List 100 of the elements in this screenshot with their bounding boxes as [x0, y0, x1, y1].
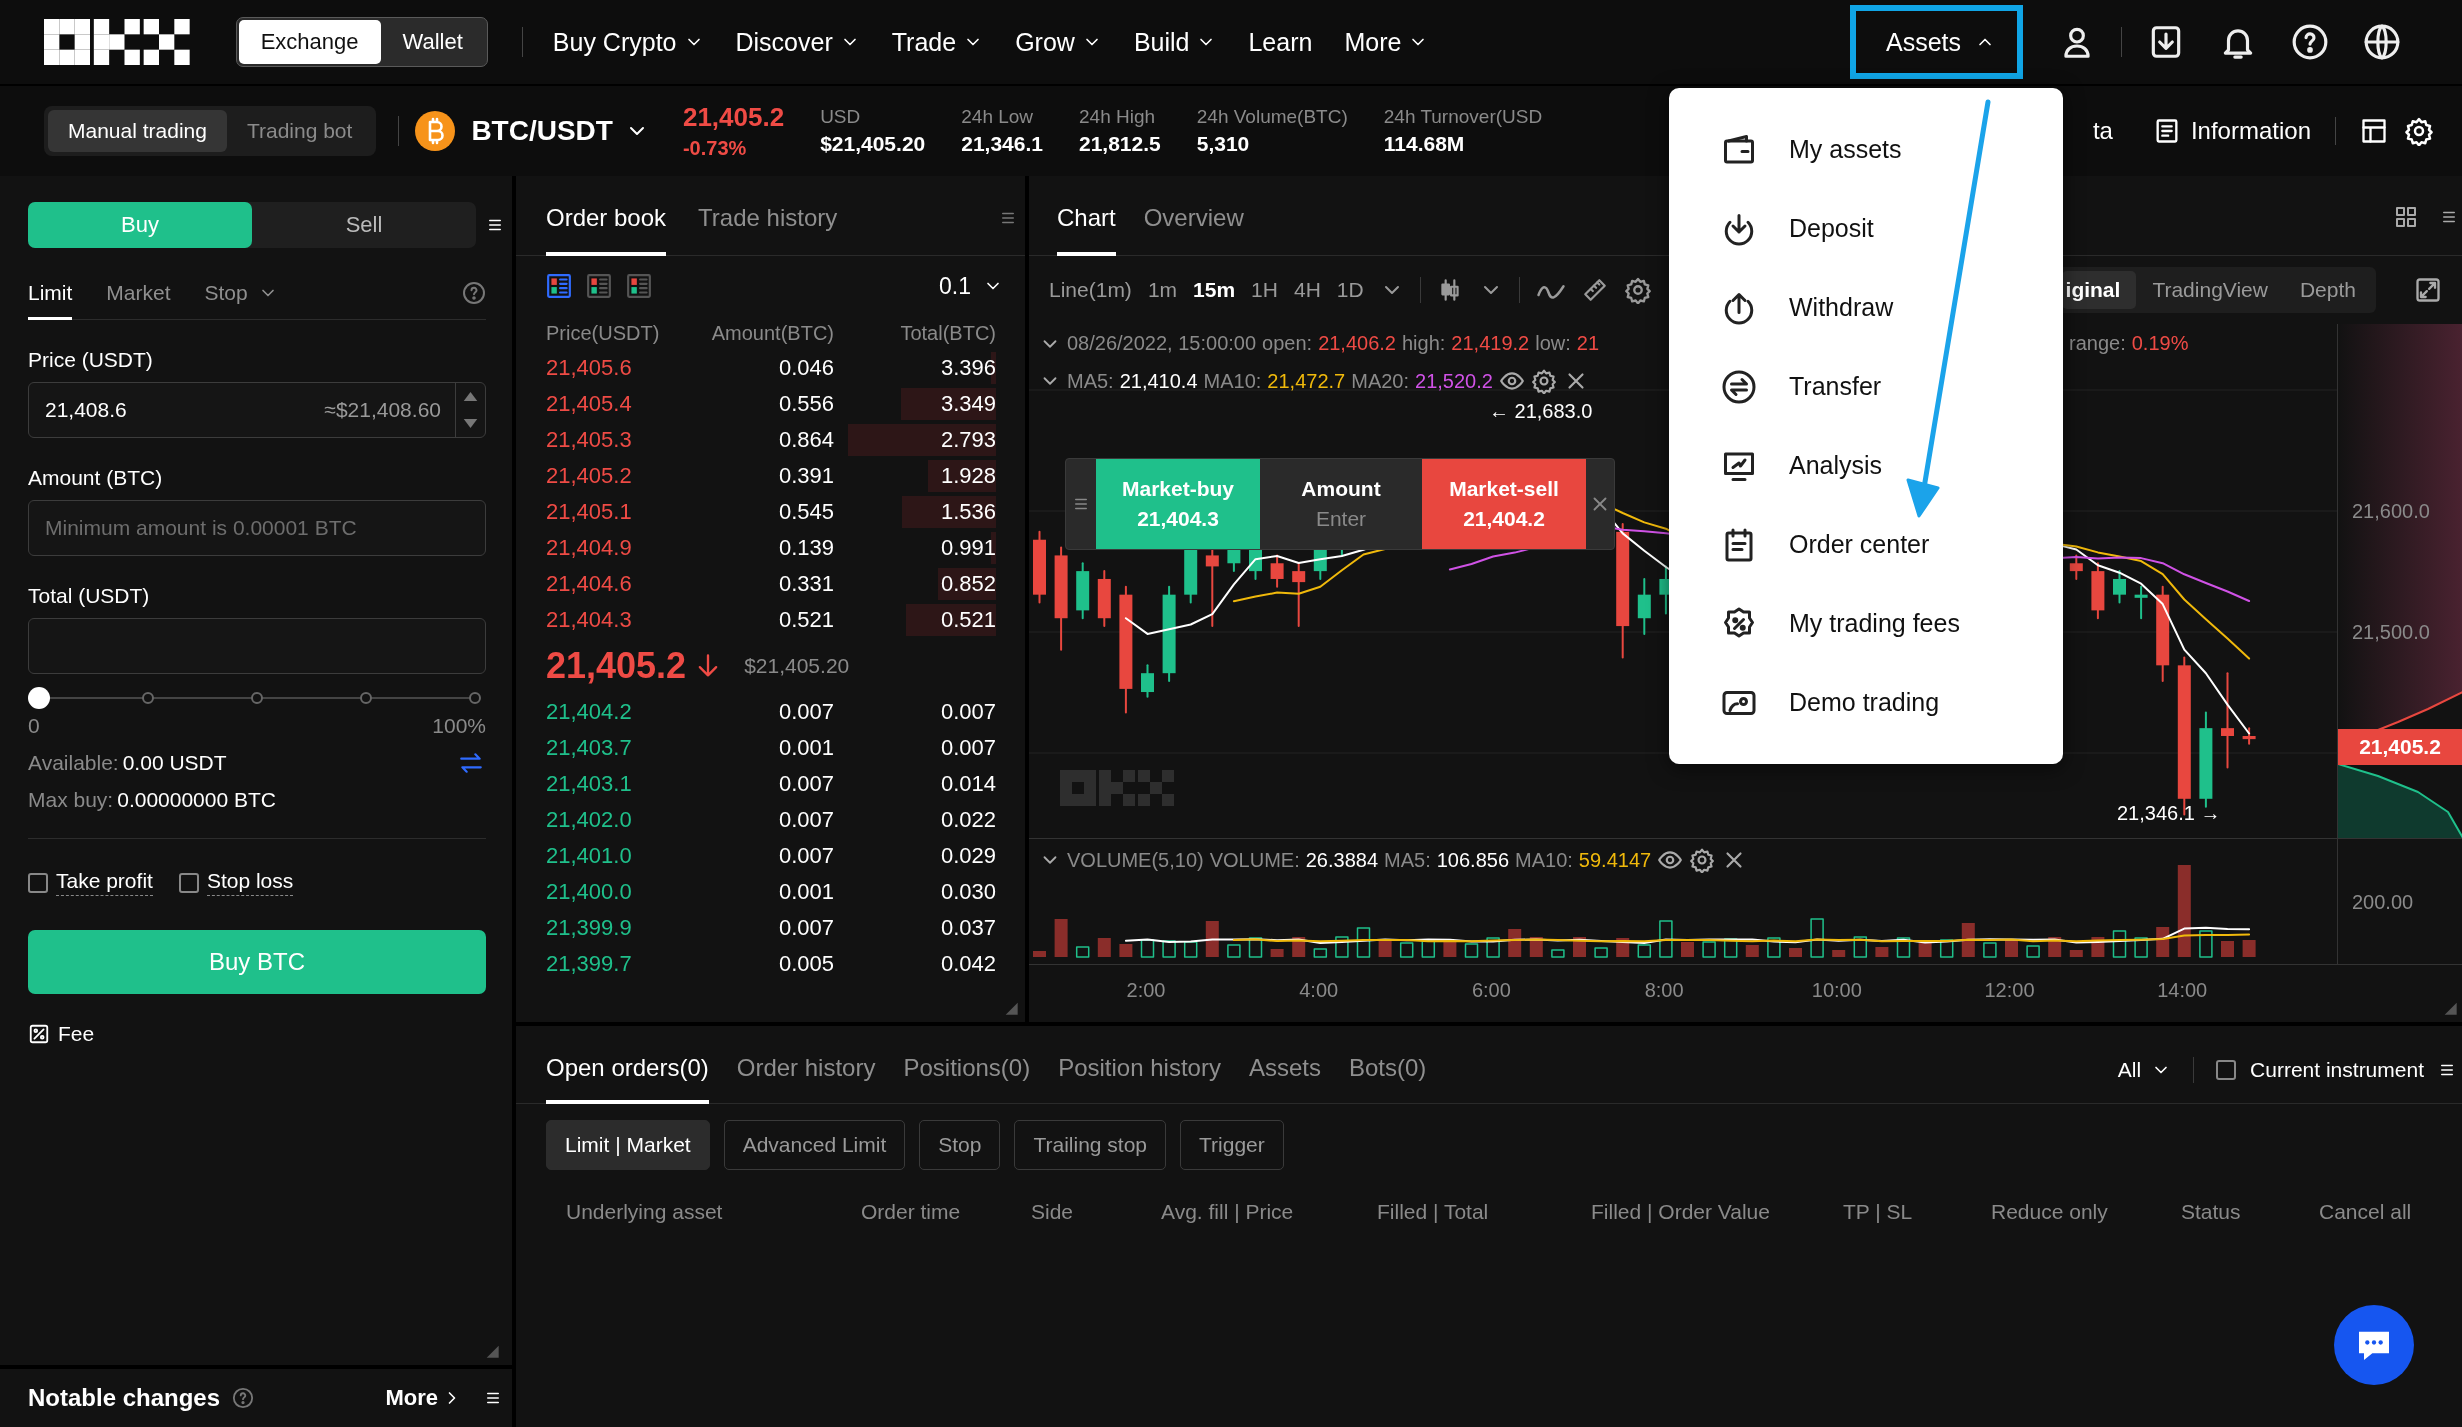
- order-book-layout-icon[interactable]: [626, 273, 652, 299]
- information-link[interactable]: Information: [2152, 117, 2311, 145]
- layout-icon[interactable]: [2360, 117, 2388, 145]
- order-type-tab[interactable]: Limit: [28, 281, 73, 320]
- orders-tab[interactable]: Assets: [1248, 1054, 1321, 1104]
- checkbox[interactable]: [28, 872, 48, 893]
- ask-amount: 0.545: [777, 499, 834, 525]
- logo-icon[interactable]: [44, 19, 190, 65]
- checkbox[interactable]: [178, 872, 199, 893]
- fullscreen-icon[interactable]: [2414, 276, 2442, 304]
- menu-item[interactable]: Deposit: [1669, 189, 2063, 268]
- side-tab[interactable]: Sell: [252, 202, 476, 248]
- candlestick: [2069, 554, 2083, 580]
- nav-menu-item[interactable]: Buy Crypto: [552, 27, 704, 57]
- total-field[interactable]: [28, 618, 486, 674]
- legend-label: range:: [2069, 332, 2126, 355]
- order-type-filter[interactable]: Trigger: [1180, 1120, 1284, 1170]
- order-type-filter[interactable]: Limit | Market: [546, 1120, 710, 1170]
- price-field[interactable]: 21,408.6 ≈$21,408.60: [28, 382, 486, 438]
- settings-icon[interactable]: [1530, 368, 1557, 394]
- menu-item[interactable]: Analysis: [1669, 426, 2063, 505]
- slider-thumb[interactable]: [28, 687, 50, 709]
- settings-icon[interactable]: [1689, 847, 1716, 873]
- legend-value: 21,419.2: [1451, 332, 1530, 355]
- trading-mode-tab[interactable]: Trading bot: [226, 110, 373, 152]
- nav-menu-item[interactable]: Grow: [1015, 27, 1102, 57]
- nav-menu-item[interactable]: Trade: [891, 27, 984, 57]
- order-type-tab[interactable]: Stop: [204, 281, 278, 320]
- order-type-tab[interactable]: Market: [106, 281, 171, 320]
- interval-tab[interactable]: 15m: [1193, 278, 1236, 302]
- interval-tab[interactable]: 1m: [1147, 278, 1178, 302]
- checkbox-label[interactable]: Current instrument: [2250, 1058, 2424, 1082]
- checkbox-label[interactable]: Stop loss: [206, 869, 294, 896]
- nav-menu-item[interactable]: Discover: [735, 27, 860, 57]
- resize-corner-icon[interactable]: [484, 1343, 500, 1359]
- mode-tab[interactable]: Wallet: [380, 20, 485, 64]
- order-book-layout-icon[interactable]: [586, 273, 612, 299]
- more-link[interactable]: More: [385, 1385, 462, 1411]
- resize-corner-icon[interactable]: [1003, 1000, 1019, 1016]
- amount-field[interactable]: Minimum amount is 0.00001 BTC: [28, 500, 486, 556]
- interval-tab[interactable]: 1H: [1251, 278, 1278, 302]
- menu-item[interactable]: Transfer: [1669, 347, 2063, 426]
- orders-tab[interactable]: Bots(0): [1348, 1054, 1427, 1104]
- globe-icon[interactable]: [2363, 23, 2401, 61]
- data-link[interactable]: ta: [2092, 117, 2113, 145]
- pair-selector[interactable]: BTC/USDT: [471, 115, 649, 147]
- orders-tab[interactable]: Order history: [736, 1054, 876, 1104]
- settings-icon[interactable]: [1623, 276, 1652, 304]
- grid-icon[interactable]: [2394, 205, 2418, 229]
- order-type-filter[interactable]: Advanced Limit: [723, 1120, 906, 1170]
- legend-value: 21: [1576, 332, 1600, 355]
- ask-price: 21,405.6: [546, 355, 633, 381]
- resize-corner-icon[interactable]: [2442, 1000, 2458, 1016]
- max-buy-label: Max buy:: [28, 788, 114, 812]
- amount-input[interactable]: Enter: [1291, 507, 1391, 531]
- market-sell-button[interactable]: Market-sell 21,404.2: [1422, 459, 1586, 549]
- chart-view-tab[interactable]: iginal: [2061, 271, 2137, 309]
- panel-tab[interactable]: Order book: [546, 204, 667, 256]
- price-input[interactable]: 21,408.6: [45, 398, 325, 422]
- legend-label: high:: [1402, 332, 1446, 355]
- bid-amount: 0.007: [777, 915, 834, 941]
- menu-item[interactable]: My trading fees: [1669, 584, 2063, 663]
- nav-menu-item[interactable]: Build: [1133, 27, 1217, 57]
- legend-value: 21,520.2: [1415, 369, 1493, 393]
- checkbox[interactable]: [2216, 1060, 2237, 1080]
- orders-tab[interactable]: Positions(0): [903, 1054, 1031, 1104]
- interval-tab[interactable]: 4H: [1293, 278, 1321, 302]
- stat-label: USD: [820, 106, 862, 128]
- menu-item[interactable]: My assets: [1669, 110, 2063, 189]
- interval-tab[interactable]: 1D: [1336, 278, 1364, 302]
- order-type-filter[interactable]: Stop: [919, 1120, 1001, 1170]
- fee-link[interactable]: Fee: [58, 1022, 95, 1046]
- fee-icon: [28, 1023, 50, 1045]
- checkbox-label[interactable]: Take profit: [56, 869, 153, 896]
- nav-menu-item[interactable]: Learn: [1248, 27, 1313, 57]
- filter-dropdown[interactable]: All: [2117, 1058, 2172, 1082]
- bid-total: 0.037: [939, 915, 996, 941]
- ask-amount: 0.556: [777, 391, 834, 417]
- panel-tab[interactable]: Trade history: [698, 204, 838, 256]
- orders-tab[interactable]: Open orders(0): [546, 1054, 709, 1104]
- order-book-layout-icon[interactable]: [546, 273, 572, 299]
- assets-button[interactable]: Assets: [1849, 5, 2023, 79]
- interval-tab[interactable]: Line(1m): [1049, 278, 1132, 302]
- orders-tab[interactable]: Position history: [1058, 1054, 1221, 1104]
- bid-total: 0.007: [939, 699, 996, 725]
- chart-view-tab[interactable]: Depth: [2283, 271, 2372, 309]
- menu-item[interactable]: Withdraw: [1669, 268, 2063, 347]
- ask-total: 3.349: [939, 391, 996, 417]
- precision-selector[interactable]: 0.1: [939, 272, 1003, 300]
- menu-item[interactable]: Order center: [1669, 505, 2063, 584]
- nav-menu-item[interactable]: More: [1344, 27, 1429, 57]
- menu-item[interactable]: Demo trading: [1669, 663, 2063, 742]
- mode-tab[interactable]: Exchange: [238, 20, 381, 64]
- ruler-icon[interactable]: [1581, 277, 1608, 303]
- candlestick: [2242, 727, 2256, 745]
- chart-view-tab[interactable]: TradingView: [2136, 271, 2284, 309]
- order-type-filter[interactable]: Trailing stop: [1014, 1120, 1167, 1170]
- trading-mode-tab[interactable]: Manual trading: [48, 110, 227, 152]
- panel-tab[interactable]: Overview: [1143, 204, 1244, 256]
- panel-tab[interactable]: Chart: [1057, 204, 1116, 256]
